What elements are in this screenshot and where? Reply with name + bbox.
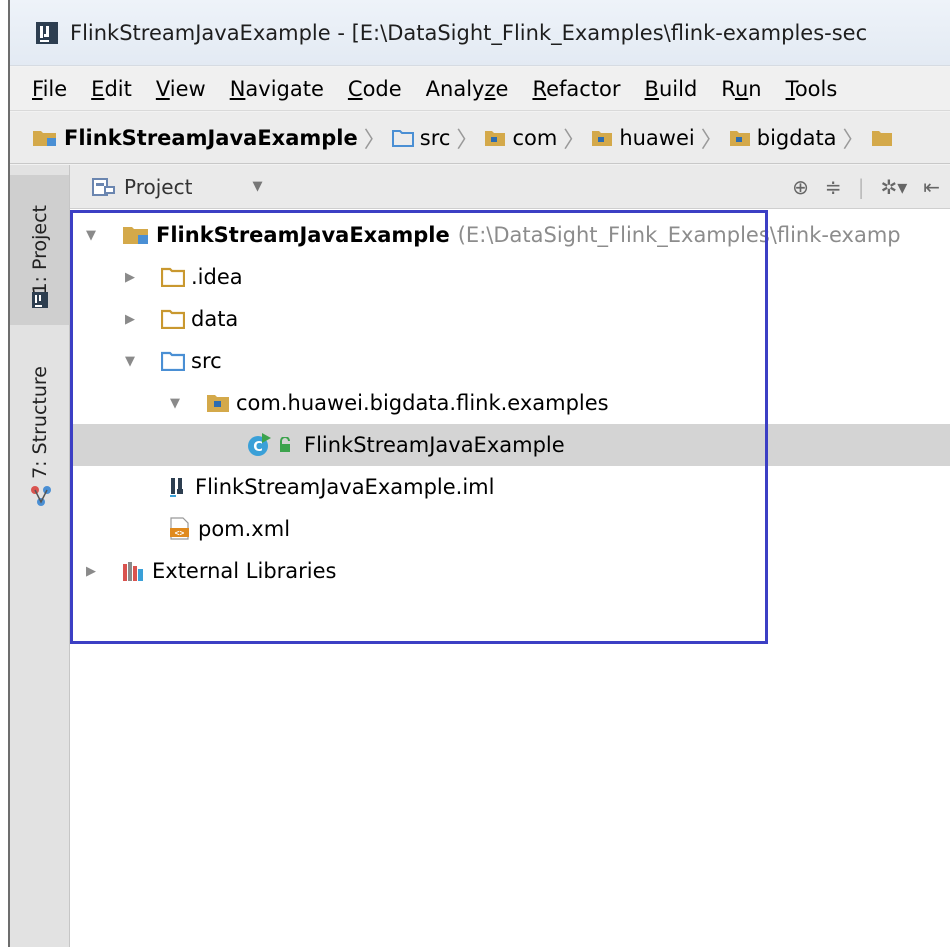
breadcrumb-separator: 〉 — [842, 127, 865, 153]
navigation-bar: FlinkStreamJavaExample 〉 src 〉 com 〉 hua… — [10, 112, 950, 164]
folder-icon — [161, 309, 185, 329]
menu-analyze[interactable]: Analyze — [426, 77, 509, 101]
structure-icon — [31, 486, 51, 506]
breadcrumb-project[interactable]: FlinkStreamJavaExample — [32, 126, 358, 150]
project-view-selector[interactable]: Project ▼ — [92, 175, 262, 199]
menu-mnemonic: C — [347, 76, 363, 101]
package-icon — [592, 130, 613, 146]
breadcrumb-src[interactable]: src — [391, 126, 450, 150]
lock-icon — [278, 437, 292, 453]
locate-icon[interactable]: ⊕ — [792, 175, 809, 199]
menu-run[interactable]: Run — [721, 77, 761, 101]
menu-code[interactable]: Code — [348, 77, 402, 101]
tree-row-pom[interactable]: <> pom.xml — [70, 508, 950, 550]
menu-label-part: ools — [794, 76, 838, 101]
package-icon — [485, 130, 506, 146]
breadcrumb-separator: 〉 — [700, 127, 723, 153]
menu-mnemonic: R — [532, 76, 547, 101]
breadcrumb-separator: 〉 — [563, 127, 586, 153]
collapsed-arrow-icon[interactable]: ▶ — [125, 312, 139, 327]
menu-navigate[interactable]: Navigate — [230, 77, 324, 101]
breadcrumb-bigdata[interactable]: bigdata — [729, 126, 837, 150]
project-tool-window: Project ▼ ⊕ ≑ | ✲▾ ⇤ ▼ FlinkStreamJavaEx… — [70, 165, 950, 947]
tree-row-project-root[interactable]: ▼ FlinkStreamJavaExample (E:\DataSight_F… — [70, 214, 950, 256]
menu-edit[interactable]: Edit — [91, 77, 132, 101]
tree-row-external-libraries[interactable]: ▶ External Libraries — [70, 550, 950, 592]
menu-mnemonic: N — [229, 76, 246, 101]
module-folder-icon — [122, 224, 150, 246]
tree-row-class-selected[interactable]: C FlinkStreamJavaExample — [70, 424, 950, 466]
menu-label-part: avigate — [245, 76, 324, 101]
toolbar-divider: | — [857, 175, 865, 199]
expanded-arrow-icon[interactable]: ▼ — [86, 228, 100, 243]
chevron-down-icon: ▼ — [252, 179, 263, 194]
module-folder-icon — [33, 130, 56, 146]
maven-xml-file-icon: <> — [168, 517, 192, 541]
menu-mnemonic: T — [785, 76, 795, 101]
source-folder-icon — [161, 351, 185, 371]
menu-label-part: Analy — [425, 76, 485, 101]
menu-mnemonic: z — [484, 76, 496, 101]
menu-bar: File Edit View Navigate Code Analyze Refactor B… — [10, 67, 950, 111]
collapsed-arrow-icon[interactable]: ▶ — [125, 270, 139, 285]
ide-window: FlinkStreamJavaExample - [E:\DataSight_F… — [8, 0, 950, 947]
panel-toolbar: ⊕ ≑ | ✲▾ ⇤ — [792, 165, 940, 209]
intellij-logo-icon — [36, 21, 58, 44]
menu-tools[interactable]: Tools — [786, 77, 838, 101]
tree-row-data[interactable]: ▶ data — [70, 298, 950, 340]
package-icon — [206, 393, 230, 413]
menu-build[interactable]: Build — [645, 77, 698, 101]
tree-row-package[interactable]: ▼ com.huawei.bigdata.flink.examples — [70, 382, 950, 424]
menu-label-part: iew — [169, 76, 206, 101]
collapse-all-icon[interactable]: ≑ — [825, 175, 842, 199]
menu-label-part: R — [721, 76, 735, 101]
project-panel-header: Project ▼ ⊕ ≑ | ✲▾ ⇤ — [70, 165, 950, 209]
window-title: FlinkStreamJavaExample - [E:\DataSight_F… — [70, 20, 868, 45]
package-icon[interactable] — [871, 129, 893, 147]
menu-mnemonic: B — [644, 76, 659, 101]
hide-panel-icon[interactable]: ⇤ — [923, 175, 940, 199]
menu-label-part: dit — [104, 76, 132, 101]
menu-file[interactable]: File — [32, 77, 67, 101]
tab-structure[interactable]: 7: Structure — [10, 350, 69, 495]
tree-row-idea[interactable]: ▶ .idea — [70, 256, 950, 298]
menu-label-part: uild — [658, 76, 698, 101]
collapsed-arrow-icon[interactable]: ▶ — [86, 564, 100, 579]
tree-row-src[interactable]: ▼ src — [70, 340, 950, 382]
menu-label-part: e — [495, 76, 509, 101]
menu-mnemonic: u — [734, 76, 749, 101]
menu-label-part: efactor — [546, 76, 621, 101]
package-icon — [729, 130, 750, 146]
menu-mnemonic: F — [32, 76, 43, 101]
folder-icon — [161, 267, 185, 287]
menu-view[interactable]: View — [156, 77, 206, 101]
menu-mnemonic: E — [91, 76, 105, 101]
breadcrumb-com[interactable]: com — [484, 126, 557, 150]
menu-label-part: ile — [42, 76, 68, 101]
gear-icon[interactable]: ✲▾ — [880, 175, 907, 199]
menu-label-part: n — [748, 76, 762, 101]
breadcrumb-separator: 〉 — [456, 127, 479, 153]
title-bar: FlinkStreamJavaExample - [E:\DataSight_F… — [10, 0, 950, 66]
tool-window-strip: 1: Project 7: Structure — [10, 165, 70, 947]
breadcrumb-separator: 〉 — [363, 127, 386, 153]
breadcrumb-huawei[interactable]: huawei — [591, 126, 695, 150]
project-view-icon — [92, 177, 115, 196]
svg-text:<>: <> — [175, 529, 185, 538]
source-folder-icon — [391, 129, 414, 147]
intellij-module-file-icon — [169, 476, 189, 498]
menu-mnemonic: V — [155, 76, 170, 101]
expanded-arrow-icon[interactable]: ▼ — [125, 354, 139, 369]
tree-row-iml[interactable]: FlinkStreamJavaExample.iml — [70, 466, 950, 508]
menu-refactor[interactable]: Refactor — [532, 77, 620, 101]
intellij-logo-icon — [32, 292, 48, 308]
svg-text:C: C — [253, 440, 263, 455]
libraries-icon — [122, 560, 146, 582]
runnable-class-icon: C — [246, 432, 272, 458]
menu-label-part: ode — [362, 76, 402, 101]
expanded-arrow-icon[interactable]: ▼ — [170, 396, 184, 411]
